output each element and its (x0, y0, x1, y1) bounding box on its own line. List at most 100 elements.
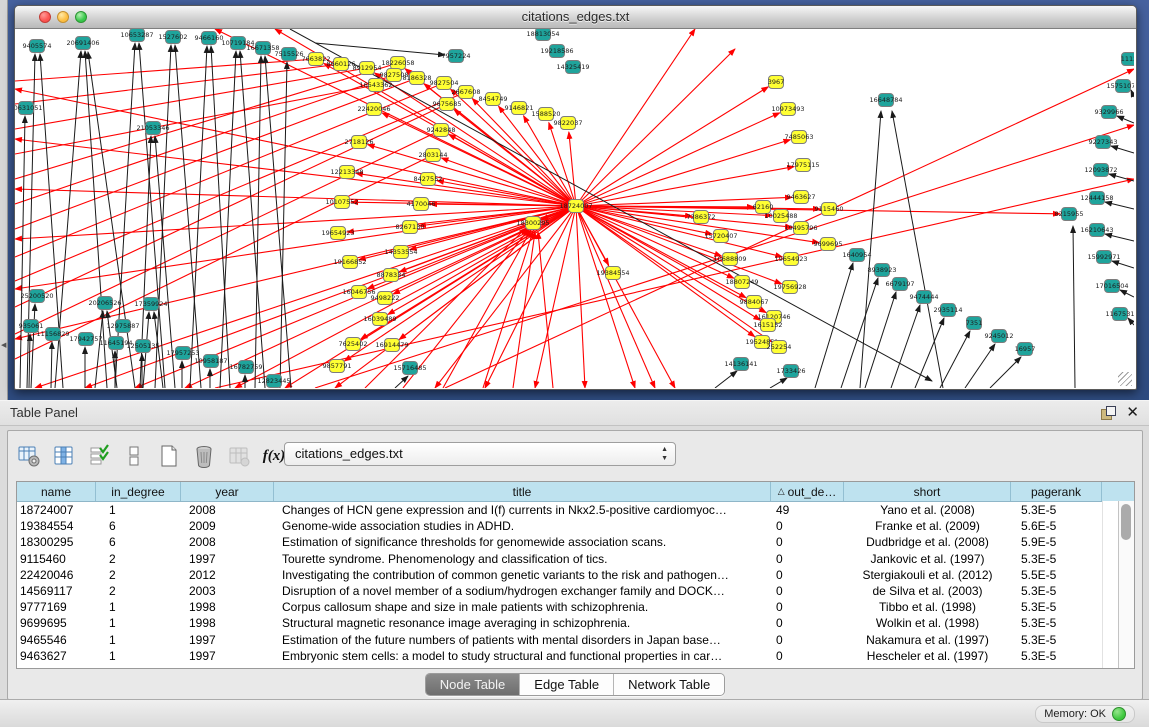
table-cell[interactable]: 0 (771, 632, 844, 648)
table-cell[interactable]: Tourette syndrome. Phenomenology and cla… (274, 551, 771, 567)
close-panel-icon[interactable]: ✕ (1126, 403, 1139, 421)
tab-edge-table[interactable]: Edge Table (520, 674, 614, 695)
memory-indicator[interactable]: Memory: OK (1035, 705, 1135, 723)
graph-node[interactable]: 12823445 (257, 375, 290, 388)
graph-node[interactable]: 1167531 (1106, 308, 1134, 321)
table-cell[interactable]: 5.6E-5 (1011, 518, 1102, 534)
table-scrollbar[interactable] (1118, 501, 1134, 668)
table-cell[interactable]: 5.3E-5 (1011, 632, 1102, 648)
table-cell[interactable]: Estimation of the future numbers of pati… (274, 632, 771, 648)
graph-node[interactable]: 9463627 (787, 191, 816, 204)
graph-node[interactable]: 1640954 (843, 249, 872, 262)
table-cell[interactable]: 2008 (181, 534, 274, 550)
network-window-titlebar[interactable]: citations_edges.txt (15, 6, 1136, 29)
graph-node[interactable]: 19654923 (321, 227, 354, 240)
graph-node[interactable]: 9822037 (554, 117, 583, 130)
graph-node[interactable]: 1527602 (159, 31, 188, 44)
graph-node[interactable]: 14325419 (556, 61, 589, 74)
graph-node[interactable]: 25200520 (20, 290, 53, 303)
network-window[interactable]: citations_edges.txt 18724007183002951938… (14, 5, 1137, 390)
graph-node[interactable]: 8660126 (327, 58, 356, 71)
graph-node[interactable]: 19384554 (596, 267, 629, 280)
table-cell[interactable]: 2003 (181, 583, 274, 599)
graph-node[interactable]: 7515526 (275, 48, 304, 61)
table-cell[interactable]: 5.3E-5 (1011, 551, 1102, 567)
table-cell[interactable]: 19384554 (17, 518, 96, 534)
table-row[interactable]: 911546021997Tourette syndrome. Phenomeno… (17, 551, 1134, 567)
graph-node[interactable]: 17975115 (786, 159, 819, 172)
table-cell[interactable]: Hescheler et al. (1997) (844, 648, 1011, 664)
graph-node[interactable]: 1112 (1121, 53, 1134, 66)
table-cell[interactable]: 14569117 (17, 583, 96, 599)
graph-node[interactable]: 15720407 (704, 230, 737, 243)
graph-node[interactable]: 9245012 (985, 330, 1014, 343)
graph-node[interactable]: 16782759 (229, 361, 262, 374)
table-cell[interactable]: 0 (771, 648, 844, 664)
graph-node[interactable]: 15992971 (1087, 251, 1120, 264)
tab-network-table[interactable]: Network Table (614, 674, 724, 695)
side-panel-handle[interactable]: ◀ (0, 0, 8, 400)
table-cell[interactable]: 1997 (181, 551, 274, 567)
table-cell[interactable]: Corpus callosum shape and size in male p… (274, 599, 771, 615)
table-cell[interactable]: Disruption of a novel member of a sodium… (274, 583, 771, 599)
graph-node[interactable]: 17359924 (134, 298, 167, 311)
graph-node[interactable]: 6679197 (886, 278, 915, 291)
graph-node[interactable]: 9405574 (23, 40, 52, 53)
table-cell[interactable]: 49 (771, 502, 844, 518)
table-cell[interactable]: 5.3E-5 (1011, 502, 1102, 518)
table-cell[interactable]: 2009 (181, 518, 274, 534)
graph-node[interactable]: 7386372 (687, 211, 716, 224)
graph-node[interactable]: 16957 (1015, 343, 1036, 356)
show-columns-icon[interactable] (51, 443, 77, 469)
table-cell[interactable]: 6 (96, 518, 181, 534)
graph-node[interactable]: 17942757 (69, 333, 102, 346)
table-cell[interactable]: 5.3E-5 (1011, 583, 1102, 599)
table-cell[interactable]: 1 (96, 615, 181, 631)
graph-node[interactable]: 10025488 (764, 210, 797, 223)
table-cell[interactable]: 18300295 (17, 534, 96, 550)
graph-node[interactable]: 14136141 (724, 358, 757, 371)
graph-node[interactable]: 14353554 (384, 246, 417, 259)
table-cell[interactable]: 5.5E-5 (1011, 567, 1102, 583)
delete-table-icon[interactable] (191, 443, 217, 469)
table-cell[interactable]: Changes of HCN gene expression and I(f) … (274, 502, 771, 518)
graph-node[interactable]: 18807249 (725, 276, 758, 289)
collapse-arrow-icon[interactable]: ◀ (1, 342, 6, 349)
graph-node[interactable]: 2935114 (934, 304, 963, 317)
table-cell[interactable]: 9115460 (17, 551, 96, 567)
table-cell[interactable]: Structural magnetic resonance image aver… (274, 615, 771, 631)
graph-node[interactable]: 16648784 (869, 94, 902, 107)
table-cell[interactable]: 1998 (181, 615, 274, 631)
table-cell[interactable]: 9465546 (17, 632, 96, 648)
table-cell[interactable]: 5.3E-5 (1011, 615, 1102, 631)
table-cell[interactable]: 1997 (181, 632, 274, 648)
table-cell[interactable]: 1 (96, 648, 181, 664)
graph-node[interactable]: 9884067 (740, 296, 769, 309)
table-cell[interactable]: Stergiakouli et al. (2012) (844, 567, 1011, 583)
table-cell[interactable]: 0 (771, 518, 844, 534)
column-header-title[interactable]: title (274, 482, 771, 501)
table-cell[interactable]: 22420046 (17, 567, 96, 583)
network-canvas[interactable]: 1872400718300295193845549405574206914061… (15, 29, 1134, 388)
graph-node[interactable]: 20206526 (88, 297, 121, 310)
graph-node[interactable]: 8912954 (353, 62, 382, 75)
table-cell[interactable]: 0 (771, 583, 844, 599)
table-cell[interactable]: 2012 (181, 567, 274, 583)
graph-node[interactable]: 9474444 (910, 291, 939, 304)
column-header-short[interactable]: short (844, 482, 1011, 501)
table-row[interactable]: 1830029562008Estimation of significance … (17, 534, 1134, 550)
graph-node[interactable]: 2718126 (345, 136, 374, 149)
graph-node[interactable]: 9146821 (505, 102, 534, 115)
table-cell[interactable]: 5.3E-5 (1011, 599, 1102, 615)
graph-node[interactable]: 15716485 (393, 362, 426, 375)
table-cell[interactable]: Franke et al. (2009) (844, 518, 1011, 534)
table-cell[interactable]: 2 (96, 551, 181, 567)
table-cell[interactable]: Tibbo et al. (1998) (844, 599, 1011, 615)
table-cell[interactable]: 0 (771, 534, 844, 550)
network-graph[interactable]: 1872400718300295193845549405574206914061… (15, 29, 1134, 388)
table-cell[interactable]: de Silva et al. (2003) (844, 583, 1011, 599)
graph-node[interactable]: 22420046 (357, 103, 390, 116)
table-row[interactable]: 969969511998Structural magnetic resonanc… (17, 615, 1134, 631)
graph-node[interactable]: 7957224 (442, 50, 471, 63)
table-cell[interactable]: Wolkin et al. (1998) (844, 615, 1011, 631)
